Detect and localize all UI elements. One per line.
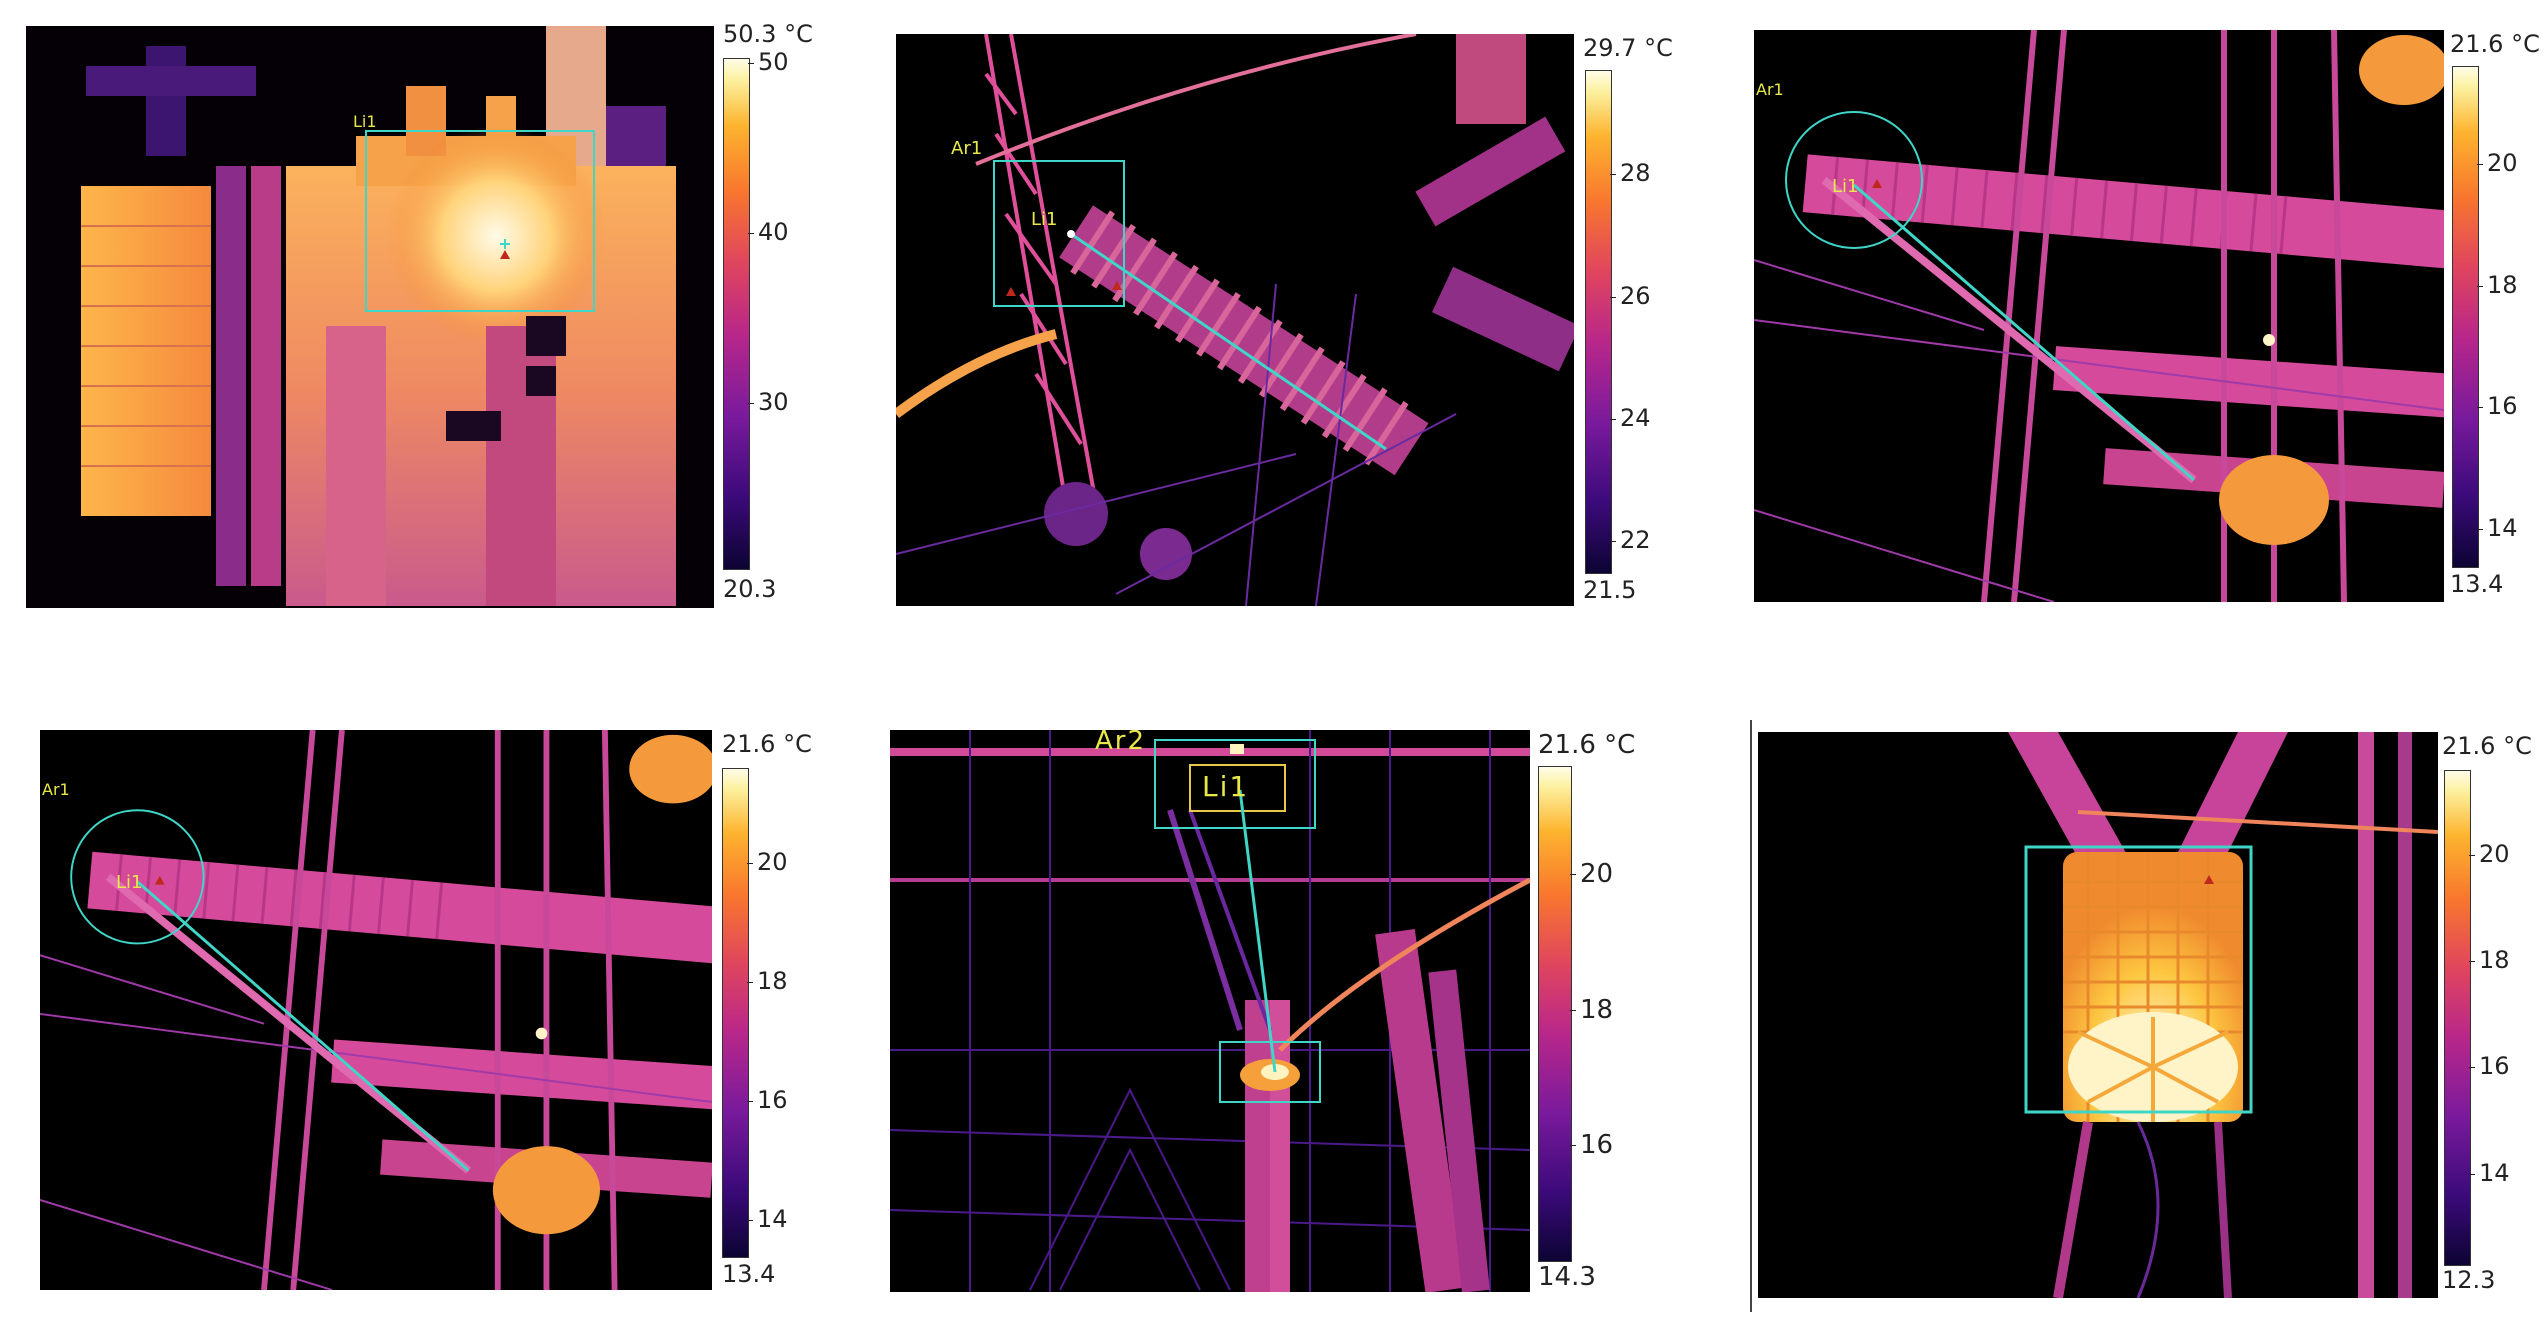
- thermal-image-4: Ar1 Li1: [40, 730, 712, 1290]
- colorbar-min-label: 12.3: [2442, 1266, 2496, 1294]
- colorbar-tick-label: 22: [1620, 526, 1651, 555]
- colorbar-tick-mark: [1610, 174, 1616, 176]
- colorbar-4: [722, 768, 749, 1258]
- colorbar-tick-mark: [1610, 541, 1616, 543]
- thermal-image-5: Ar2 Li1: [890, 730, 1530, 1292]
- colorbar-tick-label: 14: [2487, 514, 2518, 543]
- thermal-scene-3: [1754, 30, 2444, 602]
- colorbar-tick-mark: [1610, 418, 1616, 420]
- colorbar-max-label: 21.6 °C: [2450, 30, 2540, 58]
- colorbar-tick-label: 30: [758, 388, 789, 417]
- overlay-label: Ar2: [1095, 730, 1147, 756]
- colorbar-tick-mark: [747, 1101, 753, 1103]
- colorbar-tick-mark: [747, 1220, 753, 1222]
- overlay-label: Li1: [1202, 770, 1250, 803]
- colorbar-tick-mark: [2477, 285, 2483, 287]
- colorbar-tick-label: 50: [758, 48, 789, 77]
- overlay-label: Ar1: [1756, 80, 1784, 99]
- overlay-label: Ar1: [951, 138, 983, 159]
- colorbar-tick-label: 18: [757, 967, 788, 996]
- thermal-image-6: [1758, 732, 2438, 1298]
- colorbar-tick-label: 16: [2479, 1052, 2510, 1081]
- colorbar-6: [2444, 770, 2471, 1266]
- colorbar-tick-mark: [2477, 529, 2483, 531]
- overlay-label: Ar1: [42, 780, 70, 799]
- colorbar-min-label: 13.4: [722, 1260, 776, 1288]
- colorbar-tick-mark: [748, 233, 754, 235]
- colorbar-min-label: 20.3: [723, 575, 777, 603]
- colorbar-2: [1585, 70, 1612, 574]
- thermal-scene-4: [40, 730, 712, 1290]
- colorbar-tick-label: 18: [2479, 946, 2510, 975]
- colorbar-min-label: 21.5: [1583, 576, 1637, 604]
- colorbar-tick-label: 16: [1580, 1129, 1614, 1160]
- overlay-label: Li1: [353, 112, 377, 131]
- colorbar-tick-mark: [748, 403, 754, 405]
- colorbar-tick-mark: [748, 63, 754, 65]
- colorbar-tick-mark: [1610, 296, 1616, 298]
- colorbar-tick-label: 14: [757, 1205, 788, 1234]
- colorbar-max-label: 21.6 °C: [2442, 732, 2532, 760]
- colorbar-tick-label: 20: [2479, 839, 2510, 868]
- colorbar-tick-mark: [1570, 874, 1576, 876]
- overlay-label: Li1: [1832, 176, 1859, 197]
- colorbar-max-label: 21.6 °C: [1538, 730, 1636, 760]
- colorbar-tick-label: 16: [757, 1086, 788, 1115]
- thermal-image-3: Ar1 Li1: [1754, 30, 2444, 602]
- colorbar-tick-label: 24: [1620, 403, 1651, 432]
- thermal-image-2: Ar1 Li1: [896, 34, 1574, 606]
- colorbar-max-label: 21.6 °C: [722, 730, 812, 758]
- colorbar-tick-label: 26: [1620, 281, 1651, 310]
- colorbar-tick-mark: [747, 863, 753, 865]
- colorbar-tick-mark: [2477, 163, 2483, 165]
- colorbar-tick-mark: [2469, 961, 2475, 963]
- overlay-label: Li1: [116, 872, 143, 893]
- colorbar-max-label: 50.3 °C: [723, 20, 813, 48]
- overlay-label: Li1: [1031, 209, 1058, 230]
- colorbar-min-label: 13.4: [2450, 570, 2504, 598]
- colorbar-tick-label: 18: [1580, 994, 1614, 1025]
- colorbar-5: [1538, 766, 1572, 1262]
- colorbar-tick-label: 40: [758, 218, 789, 247]
- colorbar-min-label: 14.3: [1538, 1262, 1596, 1292]
- thermal-scene-5: [890, 730, 1530, 1292]
- colorbar-tick-mark: [2469, 1173, 2475, 1175]
- colorbar-tick-label: 16: [2487, 392, 2518, 421]
- colorbar-tick-mark: [1570, 1144, 1576, 1146]
- colorbar-tick-label: 20: [757, 848, 788, 877]
- thermal-scene-6: [1758, 732, 2438, 1298]
- panel-divider: [1750, 720, 1752, 1312]
- colorbar-max-label: 29.7 °C: [1583, 34, 1673, 62]
- colorbar-tick-mark: [1570, 1009, 1576, 1011]
- colorbar-tick-label: 20: [1580, 859, 1614, 890]
- colorbar-tick-label: 14: [2479, 1158, 2510, 1187]
- colorbar-tick-mark: [2469, 854, 2475, 856]
- thermal-scene-2: [896, 34, 1574, 606]
- colorbar-tick-mark: [747, 982, 753, 984]
- thermal-image-1: Li1: [26, 26, 714, 608]
- colorbar-tick-label: 18: [2487, 270, 2518, 299]
- colorbar-3: [2452, 66, 2479, 568]
- colorbar-1: [723, 58, 750, 570]
- colorbar-tick-mark: [2469, 1067, 2475, 1069]
- colorbar-tick-mark: [2477, 407, 2483, 409]
- colorbar-tick-label: 28: [1620, 159, 1651, 188]
- colorbar-tick-label: 20: [2487, 148, 2518, 177]
